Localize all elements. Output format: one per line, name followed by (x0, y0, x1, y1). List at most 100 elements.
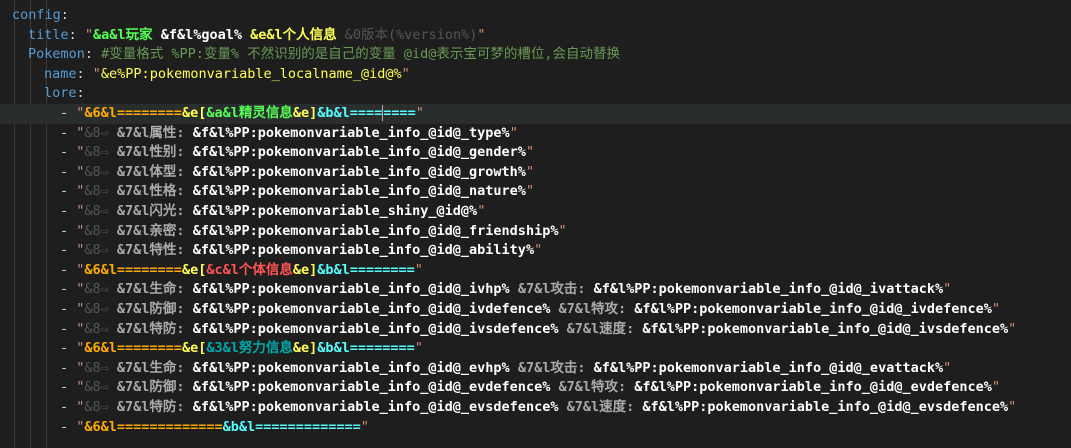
code-token: &a&l精灵信息 (206, 105, 293, 121)
code-token: &f&l%PP:pokemonvariable_info_@id@_ivdefe… (634, 301, 992, 317)
code-line[interactable]: lore: (0, 84, 1071, 104)
code-token: &c&l个体信息 (206, 261, 293, 278)
code-token: &f&l%PP:pokemonvariable_info_@id@_gender… (192, 144, 526, 161)
code-token: &7&l速度: (566, 320, 643, 337)
code-token: &8⇨ (84, 399, 117, 415)
code-token: ==== (383, 105, 416, 121)
code-token: &8⇨ (84, 144, 117, 161)
code-line[interactable]: title: "&a&l玩家 &f&l%goal% &e&l个人信息 &0版本(… (0, 26, 1071, 46)
code-line[interactable]: name: "&e%PP:pokemonvariable_localname_@… (0, 65, 1071, 85)
code-token: : (76, 65, 93, 82)
code-line[interactable]: - " &8⇨ &7&l生命: &f&l%PP:pokemonvariable_i… (0, 359, 1071, 379)
code-line[interactable]: - " &8⇨ &7&l特防: &f&l%PP:pokemonvariable_i… (0, 398, 1071, 418)
code-line[interactable]: config: (0, 6, 1071, 26)
code-token: " (1008, 320, 1017, 337)
code-line[interactable]: - " &8⇨ &7&l亲密: &f&l%PP:pokemonvariable_i… (0, 222, 1071, 242)
code-token: &f&l%PP:pokemonvariable_info_@id@_evsdef… (642, 399, 1009, 415)
code-line[interactable]: - "&6&l=============&b&l=============" (0, 418, 1071, 438)
code-token: &b&l======== (317, 340, 415, 357)
code-token: " (525, 163, 535, 180)
code-token: - (60, 281, 77, 298)
code-line[interactable]: - " &8⇨ &7&l体型: &f&l%PP:pokemonvariable_i… (0, 163, 1071, 183)
code-token: - (60, 301, 77, 317)
code-token: config (12, 7, 61, 23)
code-token: &f&l%PP:pokemonvariable_info_@id@_ivdefe… (192, 301, 559, 317)
code-line-current[interactable]: - " &6&l========&e[&a&l精灵信息&e]&b&l=======… (0, 104, 1071, 124)
code-token: &f&l%PP:pokemonvariable_info_@id@_ivsdef… (642, 320, 1009, 337)
code-line[interactable]: - " &8⇨ &7&l性别: &f&l%PP:pokemonvariable_i… (0, 143, 1071, 163)
code-editor[interactable]: config: title: "&a&l玩家 &f&l%goal% &e&l个人… (0, 0, 1071, 448)
code-token: " (525, 144, 535, 161)
code-token: " (477, 26, 486, 43)
code-token: &3&l努力信息 (206, 340, 293, 357)
code-line[interactable]: - " &8⇨ &7&l防御: &f&l%PP:pokemonvariable_i… (0, 378, 1071, 398)
code-token: &7&l防御: (116, 301, 193, 317)
code-token: &e] (292, 105, 318, 121)
code-token: &7&l特攻: (558, 379, 635, 396)
code-token: - (60, 242, 77, 259)
code-line[interactable]: - " &8⇨ &7&l属性: &f&l%PP:pokemonvariable_i… (0, 124, 1071, 144)
code-token: &f&l%PP:pokemonvariable_info_@id@_evdefe… (192, 379, 559, 396)
code-token: &a&l玩家 (93, 26, 161, 43)
code-token: " (92, 65, 101, 82)
code-token: " (943, 281, 952, 298)
code-token: " (991, 301, 1000, 317)
code-line[interactable]: - " &8⇨ &7&l闪光: &f&l%PP:pokemonvariable_s… (0, 202, 1071, 222)
code-token: " (943, 359, 952, 376)
code-token: &8⇨ (84, 320, 117, 337)
code-token: " (414, 261, 423, 278)
code-token: - (60, 399, 77, 415)
code-token: #变量格式 %PP:变量% 不然识别的是自己的变量 @id@表示宝可梦的槽位,会… (101, 46, 620, 63)
code-token: &7&l性别: (116, 144, 193, 161)
code-line[interactable]: - " &8⇨ &7&l性格: &f&l%PP:pokemonvariable_i… (0, 182, 1071, 202)
code-token: &f&l%PP:pokemonvariable_info_@id@_evhp% (192, 359, 518, 376)
code-token: " (360, 418, 369, 435)
code-token: " (401, 65, 410, 82)
code-token: &f&l%PP:pokemonvariable_info_@id@_type% (192, 124, 510, 141)
code-token: &7&l速度: (566, 399, 643, 415)
code-token: " (558, 222, 567, 239)
code-token: - (60, 124, 77, 141)
code-token: &7&l攻击: (517, 359, 594, 376)
code-line[interactable]: - " &8⇨ &7&l特性: &f&l%PP:pokemonvariable_i… (0, 241, 1071, 261)
code-token: " (414, 340, 423, 357)
code-line[interactable]: - " &8⇨ &7&l特防: &f&l%PP:pokemonvariable_i… (0, 320, 1071, 340)
code-token: " (477, 203, 486, 219)
code-token: title (28, 26, 69, 43)
code-token: &b&l============= (222, 418, 361, 435)
code-token: " (991, 379, 1000, 396)
code-token: &e] (292, 261, 318, 278)
code-token: &7&l特防: (116, 399, 193, 415)
code-token: : (60, 7, 69, 23)
code-token: name (44, 65, 77, 82)
code-token: &8⇨ (84, 222, 117, 239)
code-token: &7&l体型: (116, 163, 193, 180)
code-token: &6&l======== (84, 340, 182, 357)
code-token: &f&l%PP:pokemonvariable_shiny_@id@% (192, 203, 478, 219)
code-token: &e[ (181, 261, 207, 278)
code-token: &6&l============= (84, 418, 223, 435)
code-line[interactable]: - " &6&l========&e[&3&l努力信息&e]&b&l=======… (0, 339, 1071, 359)
code-token: - (60, 203, 77, 219)
code-token: &8⇨ (84, 183, 117, 200)
code-token: &f&l%PP:pokemonvariable_info_@id@_evsdef… (192, 399, 567, 415)
code-token: &7&l特防: (116, 320, 193, 337)
code-token: &e] (292, 340, 318, 357)
code-token: &f&l%PP:pokemonvariable_info_@id@_growth… (192, 163, 526, 180)
code-token: &e&l个人信息 (250, 26, 345, 43)
code-token: " (534, 242, 543, 259)
code-line[interactable]: - " &8⇨ &7&l生命: &f&l%PP:pokemonvariable_i… (0, 280, 1071, 300)
code-token: &7&l防御: (116, 379, 193, 396)
code-token: &7&l攻击: (517, 281, 594, 298)
code-token: &8⇨ (84, 203, 117, 219)
code-token: " (415, 105, 424, 121)
code-line[interactable]: - " &6&l========&e[&c&l个体信息&e]&b&l=======… (0, 261, 1071, 281)
code-token: &8⇨ (84, 301, 117, 317)
code-token: &e[ (181, 105, 207, 121)
code-token: &8⇨ (84, 281, 117, 298)
code-line[interactable]: - " &8⇨ &7&l防御: &f&l%PP:pokemonvariable_i… (0, 300, 1071, 320)
code-line[interactable]: Pokemon: #变量格式 %PP:变量% 不然识别的是自己的变量 @id@表… (0, 45, 1071, 65)
code-token: &f&l%PP:pokemonvariable_info_@id@_ivatta… (593, 281, 944, 298)
code-token: lore (44, 85, 77, 102)
code-token: &8⇨ (84, 379, 117, 396)
